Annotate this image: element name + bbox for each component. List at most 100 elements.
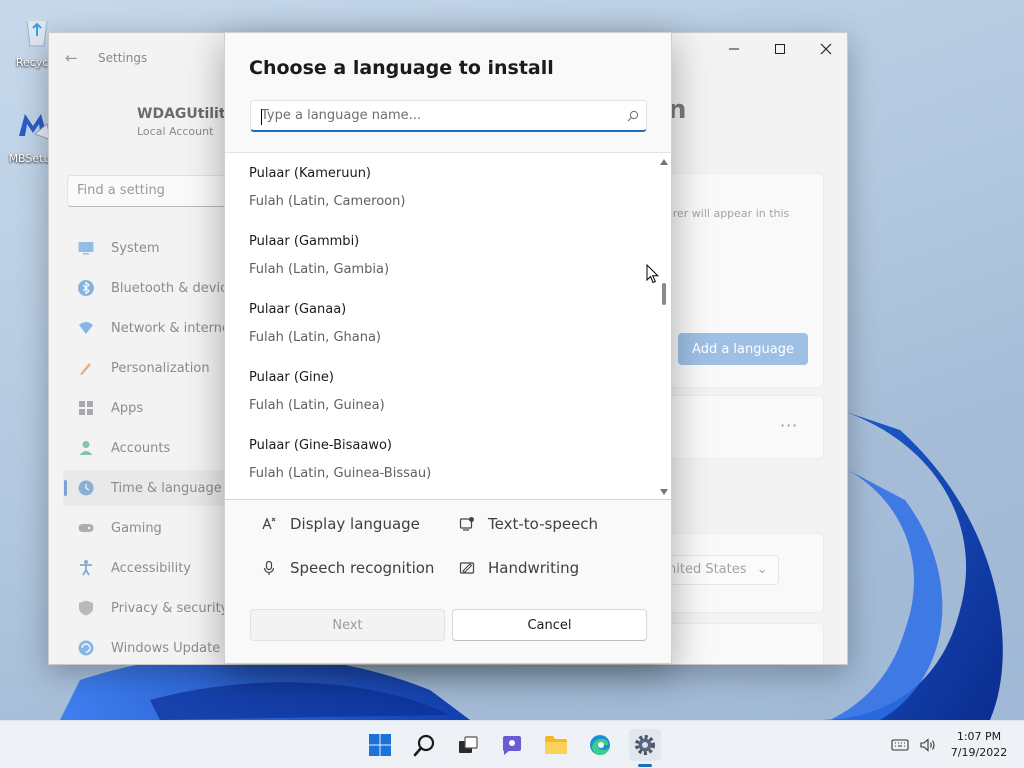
- sidebar-item-label: Network & interne: [111, 320, 230, 336]
- minimize-button[interactable]: [711, 33, 757, 65]
- scroll-up-arrow-icon[interactable]: [659, 157, 669, 167]
- scrollbar-thumb[interactable]: [662, 283, 666, 305]
- malwarebytes-icon: [19, 114, 52, 141]
- apps-icon: [77, 399, 95, 417]
- sidebar-item-system[interactable]: System: [63, 230, 233, 266]
- region-value: nited States: [668, 562, 747, 577]
- chat-button[interactable]: [496, 729, 528, 761]
- language-native-name: Pulaar (Gine): [249, 370, 334, 385]
- task-view-icon: [459, 736, 478, 753]
- region-dropdown[interactable]: nited States ⌄: [659, 555, 779, 585]
- sidebar-item-label: Accounts: [111, 440, 171, 456]
- language-english-name: Fulah (Latin, Ghana): [249, 330, 382, 345]
- language-search-box[interactable]: [250, 100, 647, 132]
- sidebar-item-label: Privacy & security: [111, 600, 229, 616]
- feature-handwriting: Handwriting: [458, 556, 579, 580]
- cancel-button[interactable]: Cancel: [452, 609, 647, 641]
- brush-icon: [77, 359, 95, 377]
- account-type: Local Account: [137, 125, 214, 138]
- text-caret: [261, 109, 262, 125]
- sidebar-item-gaming[interactable]: Gaming: [63, 510, 233, 546]
- file-explorer-button[interactable]: [540, 729, 572, 761]
- feature-text-to-speech: Text-to-speech: [458, 512, 598, 536]
- feature-label: Handwriting: [488, 559, 580, 577]
- add-language-button[interactable]: Add a language: [678, 333, 808, 365]
- sidebar-item-label: Bluetooth & device: [111, 280, 236, 296]
- settings-app-title: Settings: [98, 51, 148, 65]
- language-list-item[interactable]: Pulaar (Gine) Fulah (Latin, Guinea): [225, 357, 655, 425]
- language-native-name: Pulaar (Kameruun): [249, 166, 372, 181]
- volume-tray-icon[interactable]: [919, 736, 937, 754]
- gear-icon: [635, 735, 655, 755]
- settings-taskbar-button[interactable]: [629, 729, 661, 761]
- active-app-indicator: [638, 764, 652, 767]
- language-english-name: Fulah (Latin, Guinea): [249, 398, 385, 413]
- sidebar-item-accounts[interactable]: Accounts: [63, 430, 233, 466]
- next-button[interactable]: Next: [250, 609, 445, 641]
- close-icon: [820, 43, 832, 55]
- accessibility-icon: [77, 559, 95, 577]
- sidebar-item-label: Windows Update: [111, 640, 221, 656]
- sidebar-item-label: System: [111, 240, 160, 256]
- language-list[interactable]: Pulaar (Kameruun) Fulah (Latin, Cameroon)…: [225, 152, 671, 500]
- start-button[interactable]: [364, 729, 396, 761]
- keyboard-tray-icon[interactable]: [891, 736, 909, 754]
- wifi-icon: [77, 319, 95, 337]
- edge-button[interactable]: [584, 729, 616, 761]
- sidebar-item-time-language[interactable]: Time & language: [63, 470, 233, 506]
- clock-time: 1:07 PM: [956, 730, 1002, 743]
- language-native-name: Pulaar (Ganaa): [249, 302, 347, 317]
- sidebar-item-bluetooth-device[interactable]: Bluetooth & device: [63, 270, 236, 306]
- language-list-item[interactable]: Pulaar (Gammbi) Fulah (Latin, Gambia): [225, 221, 655, 289]
- close-button[interactable]: [803, 33, 847, 65]
- sidebar-item-apps[interactable]: Apps: [63, 390, 233, 426]
- sidebar-item-privacy-security[interactable]: Privacy & security: [63, 590, 233, 626]
- language-native-name: Pulaar (Gammbi): [249, 234, 360, 249]
- search-icon: [413, 734, 435, 757]
- back-arrow-icon[interactable]: ←: [65, 49, 81, 67]
- choose-language-dialog: Choose a language to install Pulaar (Kam…: [224, 32, 672, 664]
- chevron-down-icon: ⌄: [756, 562, 768, 577]
- sidebar-item-network-interne[interactable]: Network & interne: [63, 310, 233, 346]
- find-setting-input[interactable]: Find a setting: [67, 175, 247, 207]
- maximize-icon: [775, 44, 785, 54]
- scroll-down-arrow-icon[interactable]: [659, 487, 669, 497]
- sidebar-item-personalization[interactable]: Personalization: [63, 350, 233, 386]
- more-options-icon[interactable]: ···: [780, 416, 798, 435]
- taskbar-search-button[interactable]: [409, 729, 441, 761]
- windows-start-icon: [369, 734, 391, 756]
- handwriting-icon: [458, 559, 476, 577]
- gamepad-icon: [77, 519, 95, 537]
- sidebar-item-windows-update[interactable]: Windows Update: [63, 630, 233, 664]
- taskbar: 1:07 PM 7/19/2022: [0, 720, 1024, 768]
- taskbar-clock[interactable]: 1:07 PM 7/19/2022: [943, 729, 1015, 761]
- edge-icon: [590, 735, 610, 755]
- feature-label: Display language: [290, 515, 420, 533]
- sidebar-item-label: Personalization: [111, 360, 210, 376]
- folder-icon: [545, 736, 567, 754]
- monitor-icon: [77, 239, 95, 257]
- language-list-item[interactable]: Pulaar (Kameruun) Fulah (Latin, Cameroon): [225, 153, 655, 221]
- language-native-name: Pulaar (Gine-Bisaawo): [249, 438, 392, 453]
- sidebar-item-accessibility[interactable]: Accessibility: [63, 550, 233, 586]
- language-search-input[interactable]: [251, 101, 620, 130]
- chat-icon: [503, 736, 521, 755]
- globe-clock-icon: [77, 479, 95, 497]
- update-icon: [77, 639, 95, 657]
- active-nav-indicator: [64, 480, 67, 496]
- task-view-button[interactable]: [452, 729, 484, 761]
- search-icon: [620, 110, 646, 122]
- feature-label: Text-to-speech: [488, 515, 599, 533]
- language-list-item[interactable]: Pulaar (Gine-Bisaawo) Fulah (Latin, Guine…: [225, 425, 655, 493]
- microphone-icon: [260, 559, 278, 577]
- shield-icon: [77, 599, 95, 617]
- feature-speech-recognition: Speech recognition: [260, 556, 434, 580]
- language-english-name: Fulah (Latin, Gambia): [249, 262, 390, 277]
- mouse-cursor-icon: [646, 264, 660, 284]
- person-icon: [77, 439, 95, 457]
- sidebar-item-label: Time & language: [111, 480, 222, 496]
- maximize-button[interactable]: [757, 33, 803, 65]
- sidebar-item-label: Apps: [111, 400, 144, 416]
- language-list-item[interactable]: Pulaar (Ganaa) Fulah (Latin, Ghana): [225, 289, 655, 357]
- clock-date: 7/19/2022: [950, 746, 1008, 759]
